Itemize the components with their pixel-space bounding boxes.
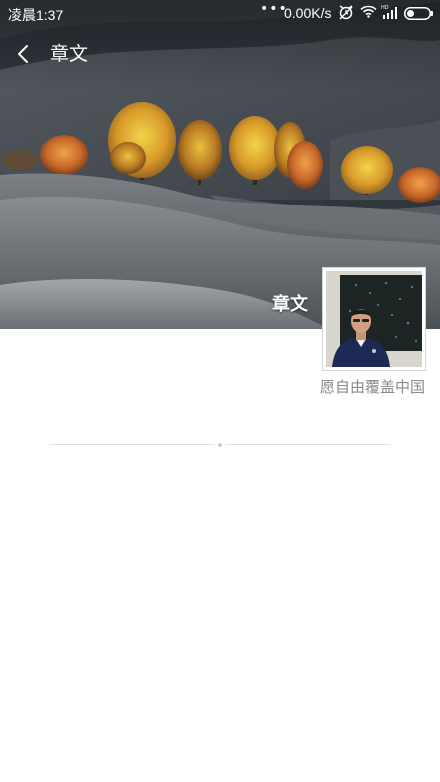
end-of-feed-divider <box>49 443 391 447</box>
chevron-left-icon <box>18 45 28 63</box>
status-time: 凌晨1:37 <box>8 7 64 23</box>
status-bar: 凌晨1:37 ••• 0.00K/s HD <box>0 0 440 26</box>
divider-line-right <box>225 444 391 445</box>
avatar[interactable] <box>322 267 426 371</box>
avatar-photo <box>326 271 422 367</box>
signal-icon: HD <box>381 4 399 24</box>
divider-line-left <box>49 444 215 445</box>
alarm-off-icon <box>338 4 354 24</box>
signal-hd-label: HD <box>381 5 389 11</box>
profile-name[interactable]: 章文 <box>272 290 308 316</box>
moments-profile-screen: 凌晨1:37 ••• 0.00K/s HD 章文 章文 愿自由覆盖中国 <box>0 0 440 782</box>
profile-signature: 愿自由覆盖中国 <box>319 378 425 396</box>
battery-icon <box>404 7 434 24</box>
status-network-speed: 0.00K/s <box>284 5 332 21</box>
title-bar: 章文 <box>0 30 440 78</box>
wifi-icon <box>360 5 377 22</box>
back-button[interactable] <box>10 40 38 68</box>
divider-dot <box>218 443 222 447</box>
page-title: 章文 <box>50 43 89 65</box>
